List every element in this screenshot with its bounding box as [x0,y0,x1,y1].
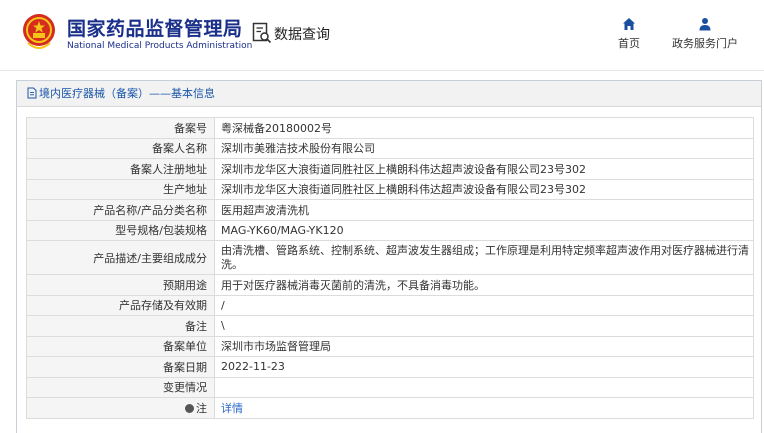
field-label: 备案人名称 [26,137,215,159]
table-row: 备案日期 2022-11-23 [26,356,754,378]
field-label: 预期用途 [26,274,215,296]
field-label: 备案人注册地址 [26,158,215,180]
field-value: 深圳市美雅洁技术股份有限公司 [214,137,754,159]
field-value: \ [214,315,754,337]
field-value: 深圳市龙华区大浪街道同胜社区上横朗科伟达超声波设备有限公司23号302 [214,158,754,180]
field-value: MAG-YK60/MAG-YK120 [214,219,754,241]
data-query-link[interactable]: 数据查询 [274,24,330,44]
document-icon [27,87,37,99]
nav-home-label: 首页 [618,37,640,50]
field-label: 产品描述/主要组成成分 [26,240,215,275]
national-emblem-icon [23,14,55,49]
field-value: 详情 [214,397,754,419]
panel-title: 境内医疗器械（备案）——基本信息 [39,87,215,100]
nav-service-portal[interactable]: 政务服务门户 [667,17,743,51]
table-row: 备案人名称 深圳市美雅洁技术股份有限公司 [26,137,754,159]
field-value: 2022-11-23 [214,356,754,378]
basic-info-table: 备案号 粤深械备20180002号 备案人名称 深圳市美雅洁技术股份有限公司 备案人… [26,117,754,419]
table-row: 产品描述/主要组成成分 由清洗槽、管路系统、控制系统、超声波发生器组成；工作原理是… [26,240,754,275]
header-divider [0,70,764,71]
field-label: 注 [26,397,215,419]
table-row: 备案单位 深圳市市场监督管理局 [26,335,754,357]
nav-home[interactable]: 首页 [616,17,642,51]
field-label: 产品存储及有效期 [26,294,215,316]
table-row: 产品名称/产品分类名称 医用超声波清洗机 [26,199,754,221]
table-row: 注 详情 [26,397,754,419]
table-row: 备案号 粤深械备20180002号 [26,117,754,139]
field-value: 粤深械备20180002号 [214,117,754,139]
table-row: 生产地址 深圳市龙华区大浪街道同胜社区上横朗科伟达超声波设备有限公司23号302 [26,178,754,200]
table-row: 型号规格/包装规格 MAG-YK60/MAG-YK120 [26,219,754,241]
field-label: 备案日期 [26,356,215,378]
table-row: 变更情况 [26,376,754,398]
details-link[interactable]: 详情 [221,402,243,415]
nav-portal-label: 政务服务门户 [672,37,738,50]
panel-header: 境内医疗器械（备案）——基本信息 [17,81,761,107]
field-label: 生产地址 [26,178,215,200]
field-label: 备注 [26,315,215,337]
field-value [214,376,754,398]
table-row: 预期用途 用于对医疗器械消毒灭菌前的清洗，不具备消毒功能。 [26,274,754,296]
field-value: 深圳市市场监督管理局 [214,335,754,357]
field-value: 用于对医疗器械消毒灭菌前的清洗，不具备消毒功能。 [214,274,754,296]
field-value: 医用超声波清洗机 [214,199,754,221]
home-icon [623,18,635,30]
org-name-en: National Medical Products Administration [67,41,253,51]
table-row: 备注 \ [26,315,754,337]
field-label: 备案号 [26,117,215,139]
field-label: 备案单位 [26,335,215,357]
user-icon [699,18,711,31]
field-label: 产品名称/产品分类名称 [26,199,215,221]
note-label: 注 [196,401,207,415]
field-label: 型号规格/包装规格 [26,219,215,241]
field-label: 变更情况 [26,376,215,398]
info-panel: 境内医疗器械（备案）——基本信息 备案号 粤深械备20180002号 备案人名称深… [16,80,762,433]
field-value: / [214,294,754,316]
table-row: 备案人注册地址 深圳市龙华区大浪街道同胜社区上横朗科伟达超声波设备有限公司23号3… [26,158,754,180]
field-value: 深圳市龙华区大浪街道同胜社区上横朗科伟达超声波设备有限公司23号302 [214,178,754,200]
field-value: 由清洗槽、管路系统、控制系统、超声波发生器组成；工作原理是利用特定频率超声波作用… [214,240,754,275]
site-header: 国家药品监督管理局 National Medical Products Admi… [0,0,764,66]
org-name-cn: 国家药品监督管理局 [67,18,243,40]
data-query-icon[interactable] [252,22,272,44]
table-row: 产品存储及有效期 / [26,294,754,316]
note-icon [185,403,194,413]
